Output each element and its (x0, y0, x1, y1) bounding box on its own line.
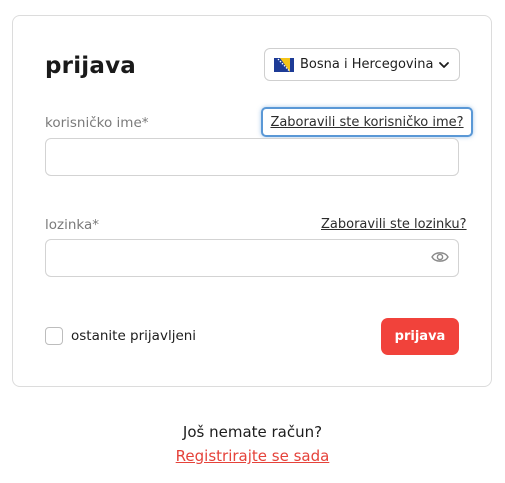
forgot-username-link[interactable]: Zaboravili ste korisničko ime? (264, 115, 470, 130)
bosnia-flag-icon (274, 57, 294, 72)
login-card: prijava Bosna i Hercegovina korisničko i… (12, 15, 492, 387)
chevron-down-icon (439, 61, 449, 68)
username-input[interactable] (45, 138, 459, 176)
forgot-password-link[interactable]: Zaboravili ste lozinku? (321, 217, 467, 232)
page-title: prijava (45, 53, 137, 79)
show-password-eye-icon[interactable] (431, 250, 449, 264)
remember-me-checkbox[interactable] (45, 327, 63, 345)
signup-prompt: Još nemate račun? (182, 423, 323, 441)
username-label: korisničko ime* (45, 115, 149, 131)
register-link[interactable]: Registrirajte se sada (0, 447, 505, 465)
country-label: Bosna i Hercegovina (300, 57, 434, 72)
remember-me-label: ostanite prijavljeni (71, 328, 197, 344)
login-button[interactable]: prijava (381, 318, 459, 355)
country-selector[interactable]: Bosna i Hercegovina (264, 48, 460, 81)
password-label: lozinka* (45, 217, 100, 233)
password-input[interactable] (45, 239, 459, 277)
